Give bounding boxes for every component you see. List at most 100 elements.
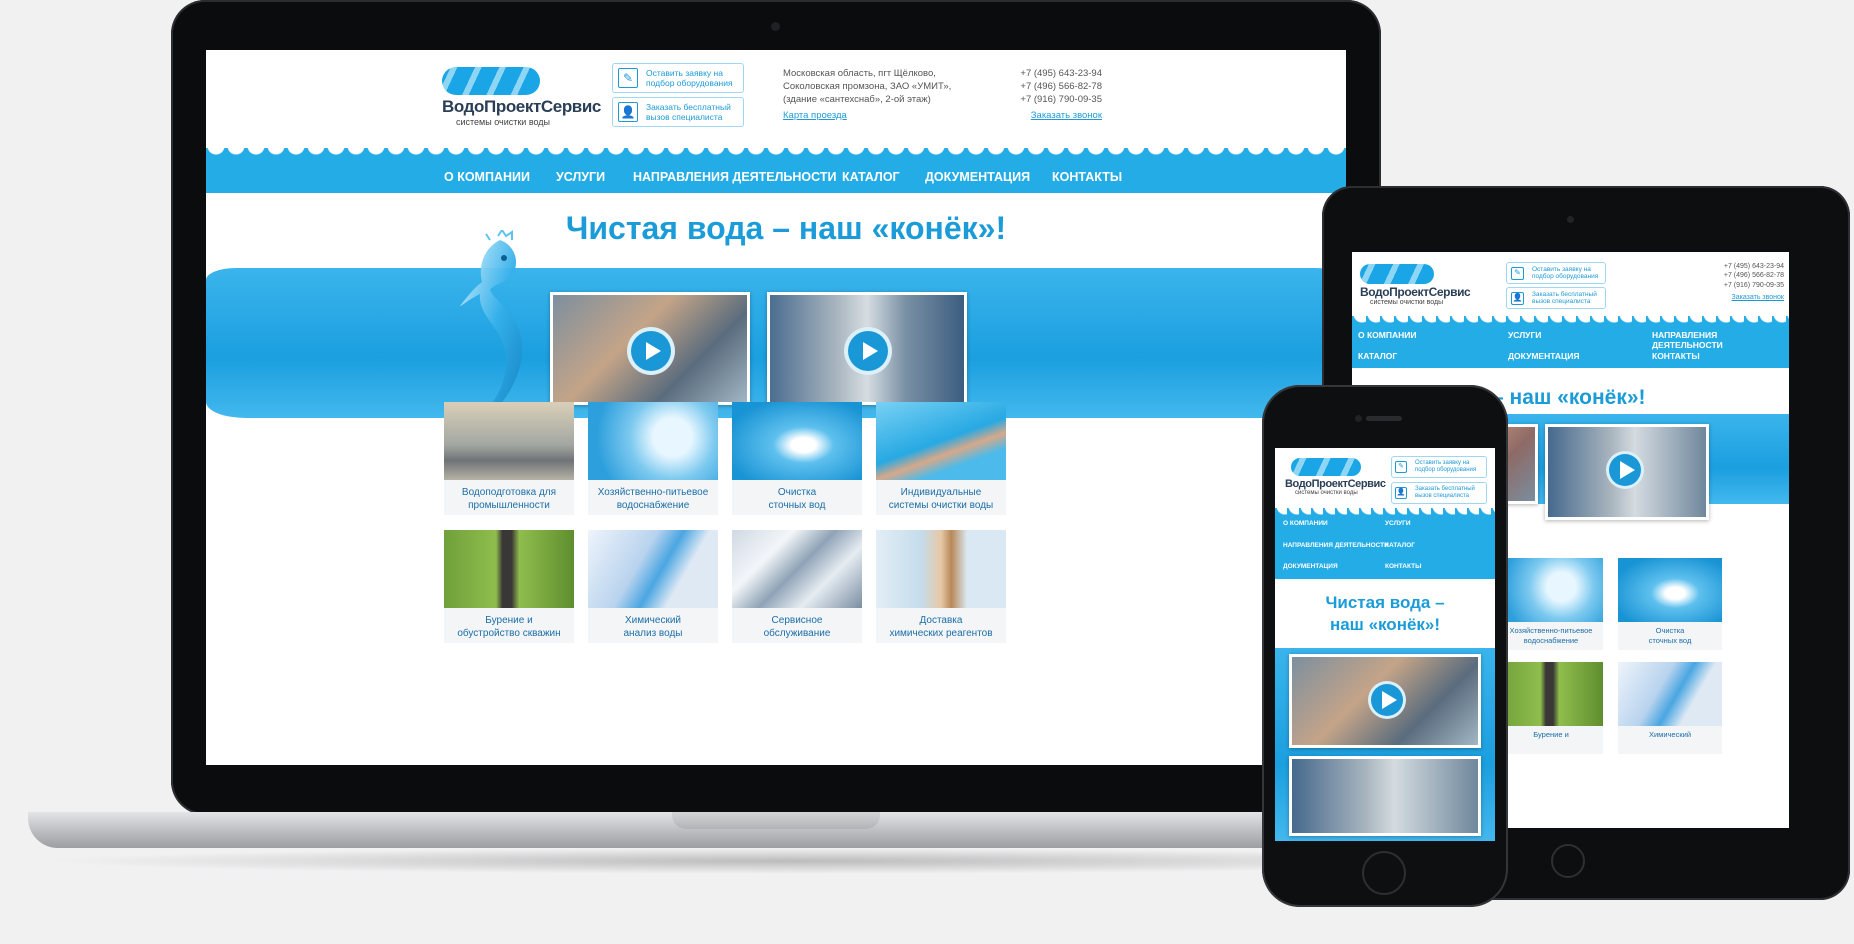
request-equipment-button[interactable]: ✎ Оставить заявку на подбор оборудования xyxy=(612,63,744,93)
nav-catalog[interactable]: КАТАЛОГ xyxy=(1358,351,1397,361)
card-caption: Доставка xyxy=(919,615,963,626)
video-thumbnail-1[interactable] xyxy=(550,292,750,405)
card-caption: Химический xyxy=(624,615,682,626)
nav-services[interactable]: УСЛУГИ xyxy=(1508,330,1541,340)
hero-title-line: Чистая вода – xyxy=(1325,593,1445,612)
card-caption: Хозяйственно-питьевое xyxy=(1509,626,1593,635)
play-icon[interactable] xyxy=(1606,451,1644,489)
nav-contacts[interactable]: КОНТАКТЫ xyxy=(1652,351,1700,361)
phone-screen: ВодоПроектСервис системы очистки воды ✎ … xyxy=(1275,448,1495,841)
main-nav: О КОМПАНИИ УСЛУГИ НАПРАВЛЕНИЯ ДЕЯТЕЛЬНОС… xyxy=(1352,324,1789,368)
service-card-wastewater[interactable]: Очистка сточных вод xyxy=(732,402,862,515)
card-caption: Хозяйственно-питьевое xyxy=(597,487,709,498)
specialist-label: Заказать бесплатный вызов специалиста xyxy=(646,101,731,122)
tablet-logo[interactable]: ВодоПроектСервис системы очистки воды xyxy=(1360,264,1471,306)
video-thumbnail-2[interactable] xyxy=(767,292,967,405)
nav-about[interactable]: О КОМПАНИИ xyxy=(1358,330,1416,340)
nav-about[interactable]: О КОМПАНИИ xyxy=(1283,520,1328,527)
card-image xyxy=(444,402,574,480)
person-icon: 👤 xyxy=(1395,487,1407,499)
specialist-label: Заказать бесплатный вызов специалиста xyxy=(1532,290,1597,305)
service-card-delivery[interactable]: Доставка химических реагентов xyxy=(876,530,1006,643)
tablet-home-button[interactable] xyxy=(1551,844,1585,878)
card-image xyxy=(1499,662,1603,726)
service-card-industry[interactable]: Водоподготовка для промышленности xyxy=(444,402,574,515)
wave-divider xyxy=(1275,508,1495,515)
address-line: Московская область, пгт Щёлково, xyxy=(783,68,936,79)
edit-icon: ✎ xyxy=(1511,266,1524,280)
card-image xyxy=(1499,558,1603,622)
card-caption: Индивидуальные xyxy=(900,487,982,498)
play-icon[interactable] xyxy=(627,327,675,375)
video-thumbnail-1[interactable] xyxy=(1289,654,1481,748)
card-caption: анализ воды xyxy=(623,628,683,639)
card-caption: Очистка xyxy=(1655,626,1685,635)
card-image xyxy=(444,530,574,608)
play-icon[interactable] xyxy=(1368,681,1406,719)
card-caption: обслуживание xyxy=(763,628,831,639)
nav-directions[interactable]: НАПРАВЛЕНИЯ ДЕЯТЕЛЬНОСТИ xyxy=(1652,330,1789,350)
card-image xyxy=(588,402,718,480)
play-icon[interactable] xyxy=(844,327,892,375)
card-caption: обустройство скважин xyxy=(457,628,561,639)
card-image xyxy=(732,402,862,480)
service-card-analysis[interactable]: Химический xyxy=(1618,662,1722,754)
phone-number: +7 (916) 790-09-35 xyxy=(1020,94,1102,106)
address-line: (здание «сантехснаб», 2-ой этаж) xyxy=(783,94,931,106)
site-logo[interactable]: ВодоПроектСервис системы очистки воды xyxy=(442,67,601,127)
service-card-wastewater[interactable]: Очистка сточных вод xyxy=(1618,558,1722,650)
laptop-camera xyxy=(771,22,780,31)
hero-title: Чистая вода – наш «конёк»! xyxy=(565,210,1007,246)
nav-documentation[interactable]: ДОКУМЕНТАЦИЯ xyxy=(1283,563,1338,570)
nav-catalog[interactable]: КАТАЛОГ xyxy=(1385,542,1415,549)
nav-directions[interactable]: НАПРАВЛЕНИЯ ДЕЯТЕЛЬНОСТИ xyxy=(1283,542,1389,549)
card-caption: сточных вод xyxy=(1648,635,1692,645)
nav-documentation[interactable]: ДОКУМЕНТАЦИЯ xyxy=(1508,351,1579,361)
logo-subtitle: системы очистки воды xyxy=(456,117,551,127)
card-image xyxy=(1618,558,1722,622)
phone-home-button[interactable] xyxy=(1362,851,1406,895)
request-label: Оставить заявку на подбор оборудования xyxy=(1415,460,1477,473)
callback-link[interactable]: Заказать звонок xyxy=(1014,109,1102,122)
video-thumbnail-2[interactable] xyxy=(1545,424,1709,520)
edit-icon: ✎ xyxy=(618,68,638,88)
service-card-drilling[interactable]: Бурение и обустройство скважин xyxy=(444,530,574,643)
phone-number: +7 (916) 790-09-35 xyxy=(1723,281,1784,289)
video-thumbnail-2[interactable] xyxy=(1289,756,1481,836)
service-card-service[interactable]: Сервисное обслуживание xyxy=(732,530,862,643)
nav-services[interactable]: УСЛУГИ xyxy=(556,170,605,184)
card-image xyxy=(1618,662,1722,726)
map-link[interactable]: Карта проезда xyxy=(783,109,951,122)
request-label: Оставить заявку на подбор оборудования xyxy=(646,67,733,88)
nav-directions[interactable]: НАПРАВЛЕНИЯ ДЕЯТЕЛЬНОСТИ xyxy=(633,170,836,184)
wave-divider xyxy=(1352,316,1789,324)
call-specialist-button[interactable]: 👤 Заказать бесплатный вызов специалиста xyxy=(1391,482,1487,504)
nav-contacts[interactable]: КОНТАКТЫ xyxy=(1052,170,1122,184)
logo-subtitle: системы очистки воды xyxy=(1295,490,1358,496)
nav-catalog[interactable]: КАТАЛОГ xyxy=(842,170,900,184)
service-card-drilling[interactable]: Бурение и xyxy=(1499,662,1603,754)
hero-title-line: наш «конёк»! xyxy=(1329,615,1441,635)
hero-title: Чистая вода – наш «конёк»! xyxy=(1275,592,1495,636)
request-equipment-button[interactable]: ✎ Оставить заявку на подбор оборудования xyxy=(1391,456,1487,478)
card-caption: Водоподготовка для xyxy=(461,487,557,498)
nav-documentation[interactable]: ДОКУМЕНТАЦИЯ xyxy=(925,170,1030,184)
service-card-drinking[interactable]: Хозяйственно-питьевое водоснабжение xyxy=(1499,558,1603,650)
request-equipment-button[interactable]: ✎ Оставить заявку на подбор оборудования xyxy=(1506,262,1606,284)
call-specialist-button[interactable]: 👤 Заказать бесплатный вызов специалиста xyxy=(1506,287,1606,309)
card-caption: системы очистки воды xyxy=(888,500,994,511)
nav-about[interactable]: О КОМПАНИИ xyxy=(444,170,530,184)
service-card-drinking[interactable]: Хозяйственно-питьевое водоснабжение xyxy=(588,402,718,515)
service-card-individual[interactable]: Индивидуальные системы очистки воды xyxy=(876,402,1006,515)
call-specialist-button[interactable]: 👤 Заказать бесплатный вызов специалиста xyxy=(612,97,744,127)
laptop-notch xyxy=(672,812,880,829)
card-caption: сточных вод xyxy=(768,500,826,511)
callback-link[interactable]: Заказать звонок xyxy=(1720,293,1784,302)
nav-contacts[interactable]: КОНТАКТЫ xyxy=(1385,563,1421,570)
nav-services[interactable]: УСЛУГИ xyxy=(1385,520,1411,527)
edit-icon: ✎ xyxy=(1395,461,1407,473)
phone-logo[interactable]: ВодоПроектСервис системы очистки воды xyxy=(1285,458,1386,496)
service-card-analysis[interactable]: Химический анализ воды xyxy=(588,530,718,643)
main-nav: О КОМПАНИИ УСЛУГИ НАПРАВЛЕНИЯ ДЕЯТЕЛЬНОС… xyxy=(206,160,1346,193)
card-caption: химических реагентов xyxy=(889,628,993,639)
